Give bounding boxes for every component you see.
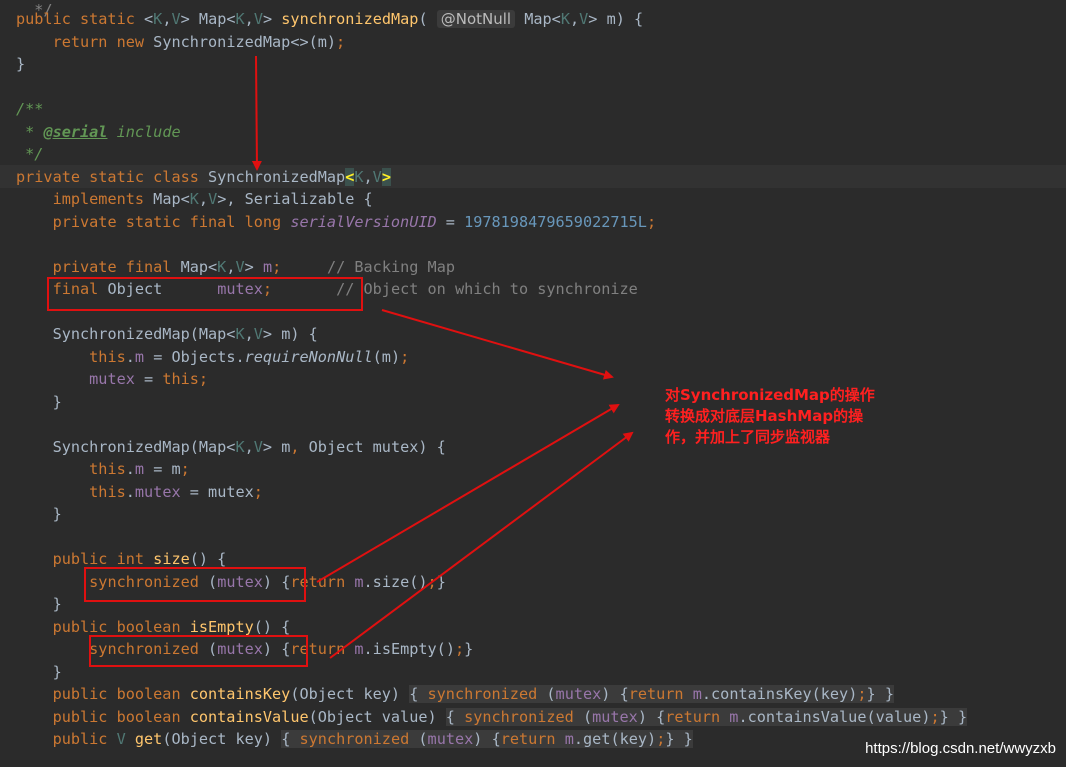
arrow-from-mutex xyxy=(381,309,614,380)
arrow-to-class xyxy=(251,55,262,171)
annotation-note: 对SynchronizedMap的操作 转换成对底层HashMap的操 作，并加… xyxy=(665,386,875,446)
annotation-arrows xyxy=(251,55,634,659)
watermark: https://blog.csdn.net/wwyzxb xyxy=(865,740,1056,757)
arrow-from-isempty xyxy=(329,431,634,659)
